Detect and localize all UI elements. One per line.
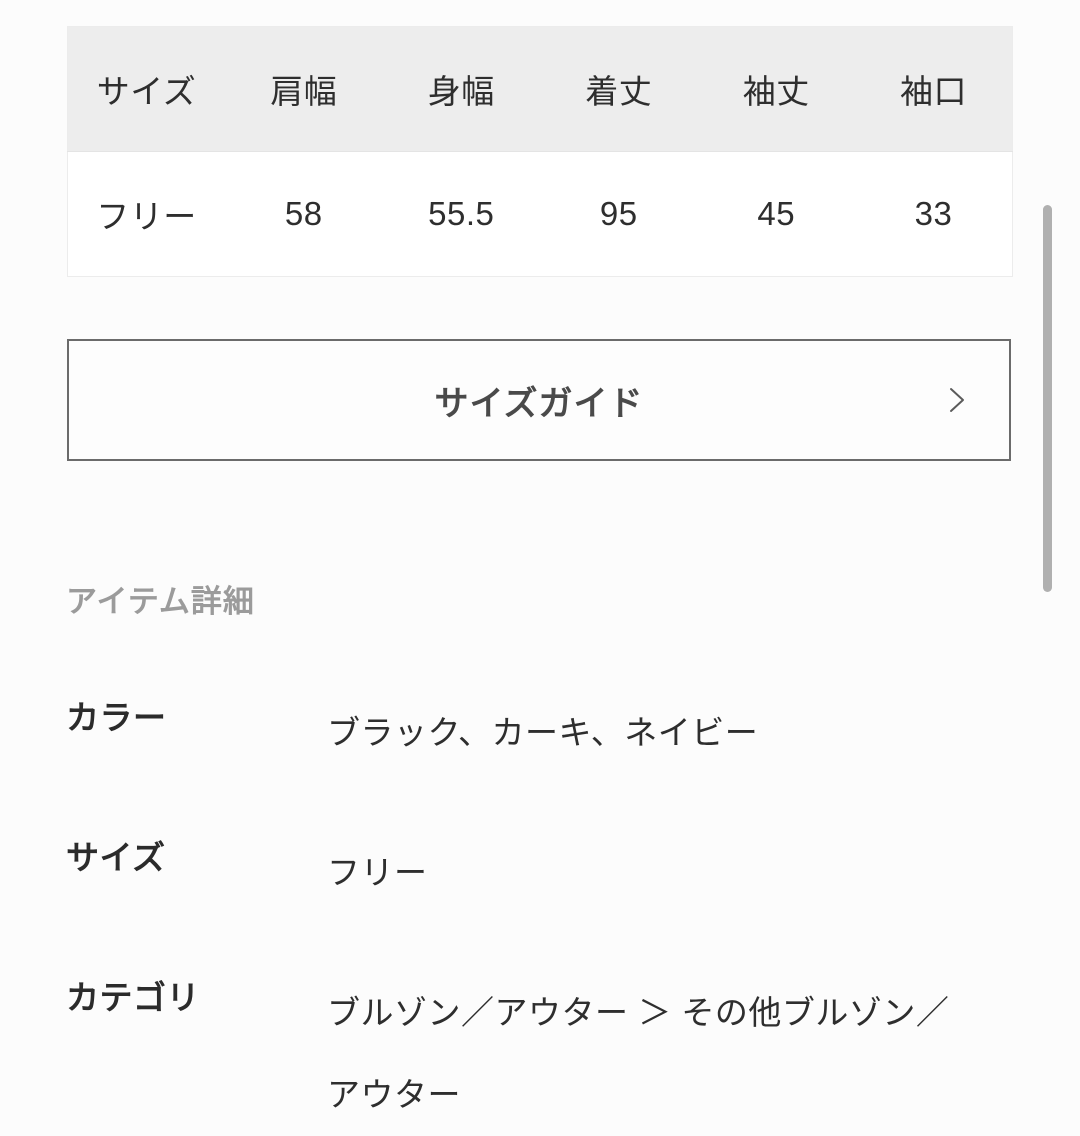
column-header-sleeve-length: 袖丈 <box>697 26 855 152</box>
table-header-row: サイズ 肩幅 身幅 着丈 袖丈 袖口 <box>67 26 1013 152</box>
detail-value-size: フリー <box>327 854 428 891</box>
detail-row-size: サイズ フリー <box>66 832 1016 914</box>
detail-value-color: ブラック、カーキ、ネイビー <box>327 714 759 751</box>
detail-value-category[interactable]: ブルゾン／アウター ＞ その他ブルゾン／アウター <box>327 972 982 1136</box>
vertical-scrollbar-thumb[interactable] <box>1043 205 1052 592</box>
item-detail-list: カラー ブラック、カーキ、ネイビー サイズ フリー カテゴリ ブルゾン／アウター… <box>66 692 1016 1136</box>
cell-length: 95 <box>540 151 698 277</box>
detail-row-color: カラー ブラック、カーキ、ネイビー <box>66 692 1016 774</box>
size-guide-button[interactable]: サイズガイド <box>67 339 1011 461</box>
size-guide-button-label: サイズガイド <box>434 384 644 423</box>
column-header-cuff: 袖口 <box>855 26 1013 152</box>
size-table-head: サイズ 肩幅 身幅 着丈 袖丈 袖口 <box>67 26 1013 152</box>
size-table-container: サイズ 肩幅 身幅 着丈 袖丈 袖口 フリー 58 55.5 95 45 33 <box>67 26 1013 277</box>
size-measurement-table: サイズ 肩幅 身幅 着丈 袖丈 袖口 フリー 58 55.5 95 45 33 <box>67 26 1013 277</box>
cell-cuff: 33 <box>855 151 1013 277</box>
column-header-body-width: 身幅 <box>382 26 540 152</box>
chevron-right-icon <box>943 386 971 414</box>
detail-row-category: カテゴリ ブルゾン／アウター ＞ その他ブルゾン／アウター <box>66 972 1016 1136</box>
cell-sleeve-length: 45 <box>697 151 855 277</box>
detail-label-category: カテゴリ <box>66 979 200 1016</box>
detail-label-size: サイズ <box>66 839 166 876</box>
column-header-length: 着丈 <box>540 26 698 152</box>
item-detail-heading: アイテム詳細 <box>66 584 255 619</box>
product-detail-page: サイズ 肩幅 身幅 着丈 袖丈 袖口 フリー 58 55.5 95 45 33 <box>0 0 1080 1113</box>
cell-size: フリー <box>67 151 225 277</box>
table-row: フリー 58 55.5 95 45 33 <box>67 151 1013 277</box>
column-header-shoulder-width: 肩幅 <box>225 26 383 152</box>
vertical-scrollbar-track[interactable] <box>1040 0 1054 1080</box>
column-header-size: サイズ <box>67 26 225 152</box>
detail-label-color: カラー <box>66 699 167 736</box>
size-table-body: フリー 58 55.5 95 45 33 <box>67 151 1013 277</box>
cell-shoulder-width: 58 <box>225 151 383 277</box>
cell-body-width: 55.5 <box>382 151 540 277</box>
